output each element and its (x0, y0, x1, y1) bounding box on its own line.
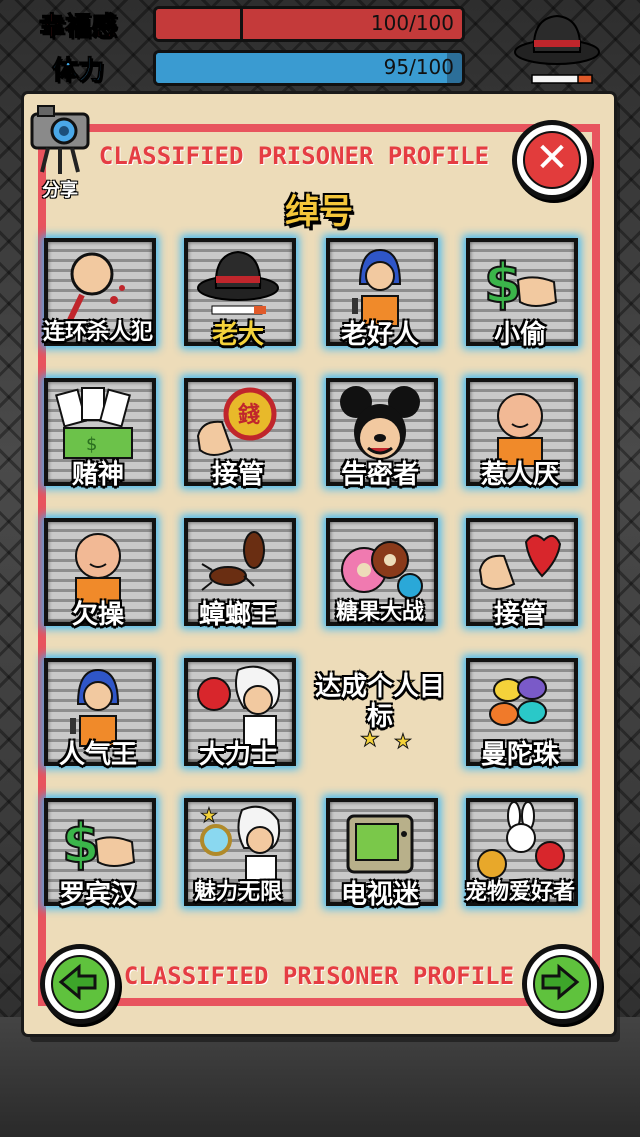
nickname-label: 连环杀人犯 (42, 320, 153, 345)
stamina-label: 体力 (51, 56, 104, 87)
section-title: 绰号 (285, 192, 353, 232)
svg-text:$: $ (484, 252, 522, 315)
nickname-label: 老好人 (340, 320, 419, 350)
happiness-bar: 100/100 (153, 6, 465, 42)
nickname-label: 魅力无限 (193, 880, 282, 905)
nickname-badge[interactable]: ★ ★ ★ ★ 达成个人目标 (315, 656, 445, 786)
nickname-badge[interactable]: ★ 魅力无限 (180, 796, 296, 926)
nickname-badge[interactable]: 欠操 (40, 516, 156, 646)
nickname-label: 人气王 (58, 740, 137, 770)
svg-text:$: $ (86, 434, 97, 455)
next-page-button[interactable] (522, 944, 602, 1024)
stamina-bar: 95/100 (153, 50, 465, 86)
nickname-grid: 连环杀人犯 老大 老好人 $ 小偷 $ 赌神錢接管 告密者 惹人厌 欠操 蟑螂王 糖果大战 接管 人气王大… (40, 236, 592, 916)
nickname-badge[interactable]: 电视迷 (322, 796, 438, 926)
share-label: 分享 (42, 180, 78, 201)
nickname-badge[interactable]: 惹人厌 (462, 376, 578, 506)
nickname-label: 罗宾汉 (58, 880, 137, 910)
nickname-badge[interactable]: 曼陀珠 (462, 656, 578, 786)
nickname-label: 糖果大战 (335, 600, 424, 625)
nickname-label: 老大 (211, 320, 264, 350)
happiness-label: 幸福感 (38, 12, 117, 43)
nickname-badge[interactable]: 人气王 (40, 656, 156, 786)
svg-text:★: ★ (200, 803, 218, 827)
nickname-label: 达成个人目标 (314, 672, 445, 732)
nickname-badge[interactable]: 蟑螂王 (180, 516, 296, 646)
close-icon: ✕ (523, 131, 581, 189)
nickname-label: 告密者 (340, 460, 419, 490)
nickname-label: 小偷 (493, 320, 546, 350)
close-button[interactable]: ✕ (512, 120, 592, 200)
nickname-badge[interactable]: 老好人 (322, 236, 438, 366)
bar-divider (240, 9, 243, 39)
panel-footer: CLASSIFIED PRISONER PROFILE (123, 962, 515, 990)
background-floor (0, 1017, 640, 1137)
nickname-badge[interactable]: 接管 (462, 516, 578, 646)
nickname-label: 宠物爱好者 (464, 880, 575, 905)
nickname-label: 电视迷 (340, 880, 419, 910)
svg-text:錢: 錢 (238, 402, 260, 428)
svg-text:★: ★ (394, 729, 412, 752)
nickname-badge[interactable]: 錢接管 (180, 376, 296, 506)
camera-icon (30, 105, 90, 174)
nickname-badge[interactable]: 连环杀人犯 (40, 236, 156, 366)
nickname-badge[interactable]: 宠物爱好者 (462, 796, 578, 926)
nickname-badge[interactable]: $ 罗宾汉 (40, 796, 156, 926)
share-button[interactable]: 分享 (28, 100, 92, 201)
nickname-badge[interactable]: 老大 (180, 236, 296, 366)
nickname-label: 接管 (493, 600, 546, 630)
prev-page-button[interactable] (40, 944, 120, 1024)
stamina-value: 95/100 (383, 55, 454, 79)
nickname-badge[interactable]: 告密者 (322, 376, 438, 506)
nickname-label: 大力士 (198, 740, 277, 770)
nickname-label: 接管 (211, 460, 264, 490)
nickname-label: 曼陀珠 (480, 740, 559, 770)
nickname-badge[interactable]: 大力士 (180, 656, 296, 786)
arrow-left-icon (51, 955, 109, 1013)
nickname-label: 蟑螂王 (198, 600, 277, 630)
nickname-badge[interactable]: 糖果大战 (322, 516, 438, 646)
happiness-value: 100/100 (370, 11, 454, 35)
nickname-badge[interactable]: $ 赌神 (40, 376, 156, 506)
nickname-badge[interactable]: $ 小偷 (462, 236, 578, 366)
arrow-right-icon (533, 955, 591, 1013)
nickname-label: 惹人厌 (480, 460, 559, 490)
nickname-label: 欠操 (71, 600, 124, 630)
svg-text:$: $ (62, 812, 100, 875)
cigarette-icon (531, 74, 593, 84)
nickname-label: 赌神 (71, 460, 124, 490)
fedora-hat-icon[interactable] (512, 8, 602, 68)
panel-title: CLASSIFIED PRISONER PROFILE (98, 142, 490, 170)
